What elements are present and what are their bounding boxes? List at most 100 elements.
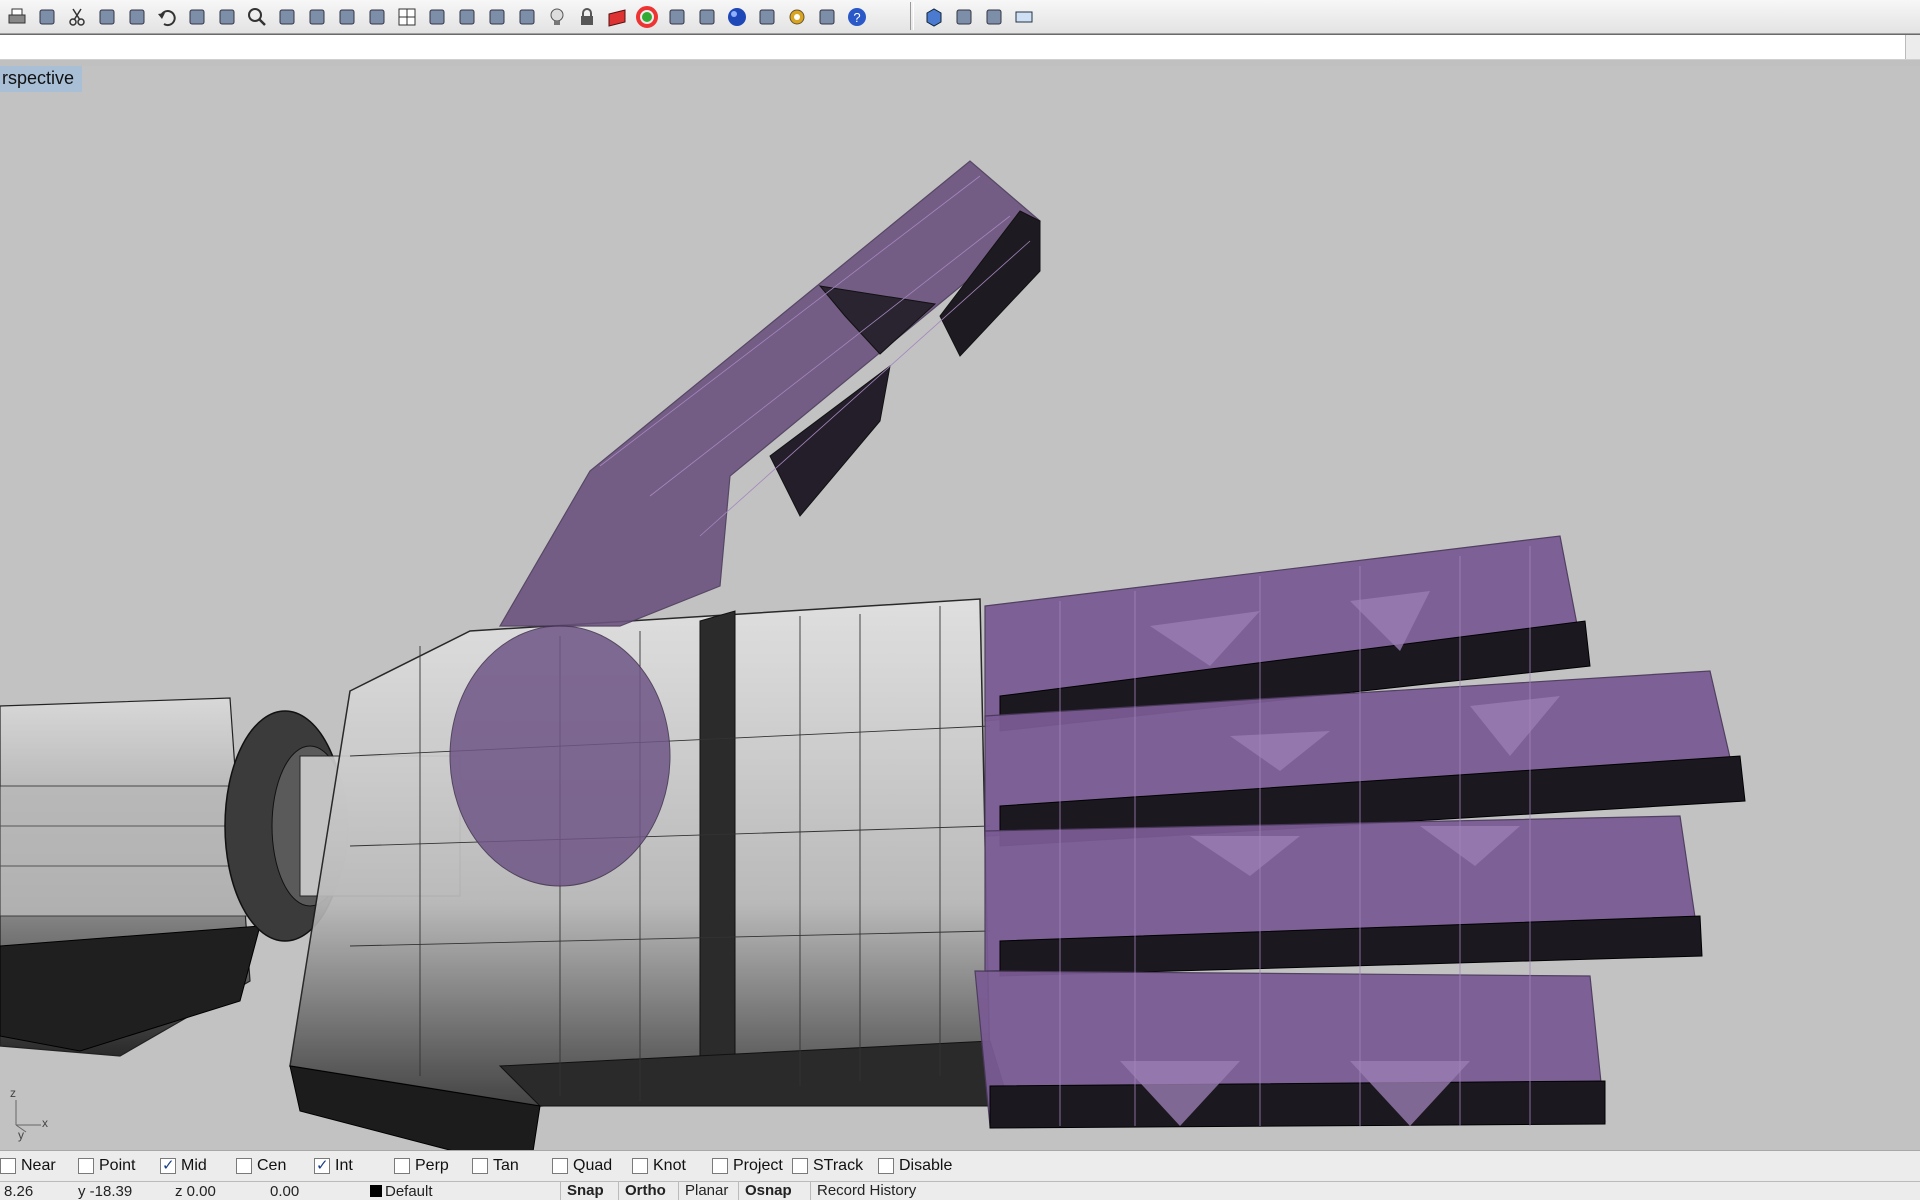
- light-bulb-icon[interactable]: [542, 2, 571, 31]
- viewport-layout-icon[interactable]: [949, 2, 978, 31]
- lock-icon[interactable]: [572, 2, 601, 31]
- osnap-int[interactable]: Int: [314, 1156, 353, 1176]
- osnap-label: Mid: [181, 1157, 207, 1174]
- osnap-checkbox[interactable]: [792, 1158, 808, 1174]
- osnap-checkbox[interactable]: [314, 1156, 330, 1174]
- layer-name: Default: [385, 1183, 433, 1200]
- osnap-label: Near: [21, 1157, 56, 1174]
- circle-select-icon[interactable]: [482, 2, 511, 31]
- osnap-label: Quad: [573, 1157, 613, 1174]
- hierarchy-icon[interactable]: [812, 2, 841, 31]
- world-axis-icon: z x y: [6, 1080, 56, 1142]
- gear-settings-icon[interactable]: [782, 2, 811, 31]
- zoom-window-icon[interactable]: [272, 2, 301, 31]
- command-scrollbar[interactable]: [1905, 35, 1920, 59]
- viewport-title[interactable]: rspective: [0, 66, 83, 92]
- pan-hand-icon[interactable]: [182, 2, 211, 31]
- osnap-checkbox[interactable]: [472, 1158, 488, 1174]
- status-record-history-button[interactable]: Record History: [810, 1182, 922, 1200]
- svg-text:?: ?: [853, 10, 860, 25]
- status-ortho-button[interactable]: Ortho: [618, 1182, 672, 1200]
- print-icon[interactable]: [2, 2, 31, 31]
- vertical-dots-icon[interactable]: [979, 2, 1008, 31]
- osnap-label: STrack: [813, 1157, 864, 1174]
- finger-pinky[interactable]: [974, 970, 1606, 1129]
- osnap-label: Disable: [899, 1157, 953, 1174]
- sphere-wireframe-icon[interactable]: [662, 2, 691, 31]
- perspective-viewport[interactable]: rspective z x y: [0, 66, 1920, 1150]
- axis-y-label: y: [18, 1128, 24, 1142]
- new-document-icon[interactable]: [32, 2, 61, 31]
- command-line: [0, 34, 1920, 60]
- coord-y: y -18.39: [78, 1183, 133, 1200]
- standard-toolbar-group: ?: [2, 2, 871, 31]
- axis-z-label: z: [10, 1086, 16, 1100]
- cut-icon[interactable]: [62, 2, 91, 31]
- zoom-icon[interactable]: [242, 2, 271, 31]
- viewport-toolbar-group: [906, 2, 1038, 31]
- osnap-checkbox[interactable]: [394, 1158, 410, 1174]
- coord-distance: 0.00: [270, 1183, 300, 1200]
- color-wheel-icon[interactable]: [632, 2, 661, 31]
- finger-ring[interactable]: [984, 815, 1703, 977]
- osnap-label: Perp: [415, 1157, 449, 1174]
- fingers-model[interactable]: [974, 535, 1746, 1129]
- osnap-checkbox[interactable]: [78, 1158, 94, 1174]
- main-toolbar: ?: [0, 0, 1920, 34]
- zoom-selected-icon[interactable]: [332, 2, 361, 31]
- osnap-checkbox[interactable]: [878, 1158, 894, 1174]
- rhino-window: ? rspective z x y Near Point ✓ Mid Cen ✓…: [0, 0, 1920, 1200]
- undo-icon[interactable]: [152, 2, 181, 31]
- status-planar-button[interactable]: Planar: [678, 1182, 734, 1200]
- osnap-disable[interactable]: Disable: [878, 1156, 952, 1176]
- osnap-checkbox[interactable]: [0, 1158, 16, 1174]
- rotate-view-icon[interactable]: [212, 2, 241, 31]
- osnap-point[interactable]: Point: [78, 1156, 135, 1176]
- osnap-quad[interactable]: Quad: [552, 1156, 612, 1176]
- osnap-toolbar: Near Point Mid Cen Int Perp Tan Quad Knot Project…: [0, 1150, 1920, 1181]
- axis-x-label: x: [42, 1116, 48, 1130]
- osnap-checkbox[interactable]: [160, 1156, 176, 1174]
- osnap-strack[interactable]: STrack: [792, 1156, 863, 1176]
- box-view-icon[interactable]: [919, 2, 948, 31]
- osnap-label: Project: [733, 1157, 783, 1174]
- osnap-label: Point: [99, 1157, 136, 1174]
- osnap-tan[interactable]: Tan: [472, 1156, 519, 1176]
- layer-icon[interactable]: [602, 2, 631, 31]
- hand-model-scene[interactable]: [0, 66, 1920, 1150]
- osnap-mid[interactable]: Mid: [160, 1156, 207, 1176]
- osnap-near[interactable]: Near: [0, 1156, 56, 1176]
- help-icon[interactable]: ?: [842, 2, 871, 31]
- current-layer[interactable]: Default: [370, 1183, 433, 1200]
- mesh-sphere-icon[interactable]: [692, 2, 721, 31]
- layer-color-swatch: [370, 1185, 382, 1197]
- osnap-label: Cen: [257, 1157, 287, 1174]
- osnap-checkbox[interactable]: [712, 1158, 728, 1174]
- osnap-cen[interactable]: Cen: [236, 1156, 286, 1176]
- toolbar-separator: [910, 2, 914, 30]
- zoom-extents-icon[interactable]: [302, 2, 331, 31]
- osnap-project[interactable]: Project: [712, 1156, 783, 1176]
- shade-icon[interactable]: [452, 2, 481, 31]
- undo-view-icon[interactable]: [362, 2, 391, 31]
- four-viewports-icon[interactable]: [392, 2, 421, 31]
- copy-icon[interactable]: [92, 2, 121, 31]
- osnap-checkbox[interactable]: [632, 1158, 648, 1174]
- sphere-icon[interactable]: [512, 2, 541, 31]
- command-input[interactable]: [2, 37, 1886, 59]
- status-osnap-button[interactable]: Osnap: [738, 1182, 798, 1200]
- status-snap-button[interactable]: Snap: [560, 1182, 610, 1200]
- osnap-checkbox[interactable]: [552, 1158, 568, 1174]
- osnap-perp[interactable]: Perp: [394, 1156, 449, 1176]
- osnap-label: Int: [335, 1157, 353, 1174]
- render-sphere-icon[interactable]: [722, 2, 751, 31]
- car-render-icon[interactable]: [422, 2, 451, 31]
- window-icon[interactable]: [1009, 2, 1038, 31]
- osnap-label: Tan: [493, 1157, 519, 1174]
- osnap-knot[interactable]: Knot: [632, 1156, 686, 1176]
- osnap-checkbox[interactable]: [236, 1158, 252, 1174]
- coord-x: 8.26: [4, 1183, 34, 1200]
- paste-icon[interactable]: [122, 2, 151, 31]
- osnap-label: Knot: [653, 1157, 686, 1174]
- flag-icon[interactable]: [752, 2, 781, 31]
